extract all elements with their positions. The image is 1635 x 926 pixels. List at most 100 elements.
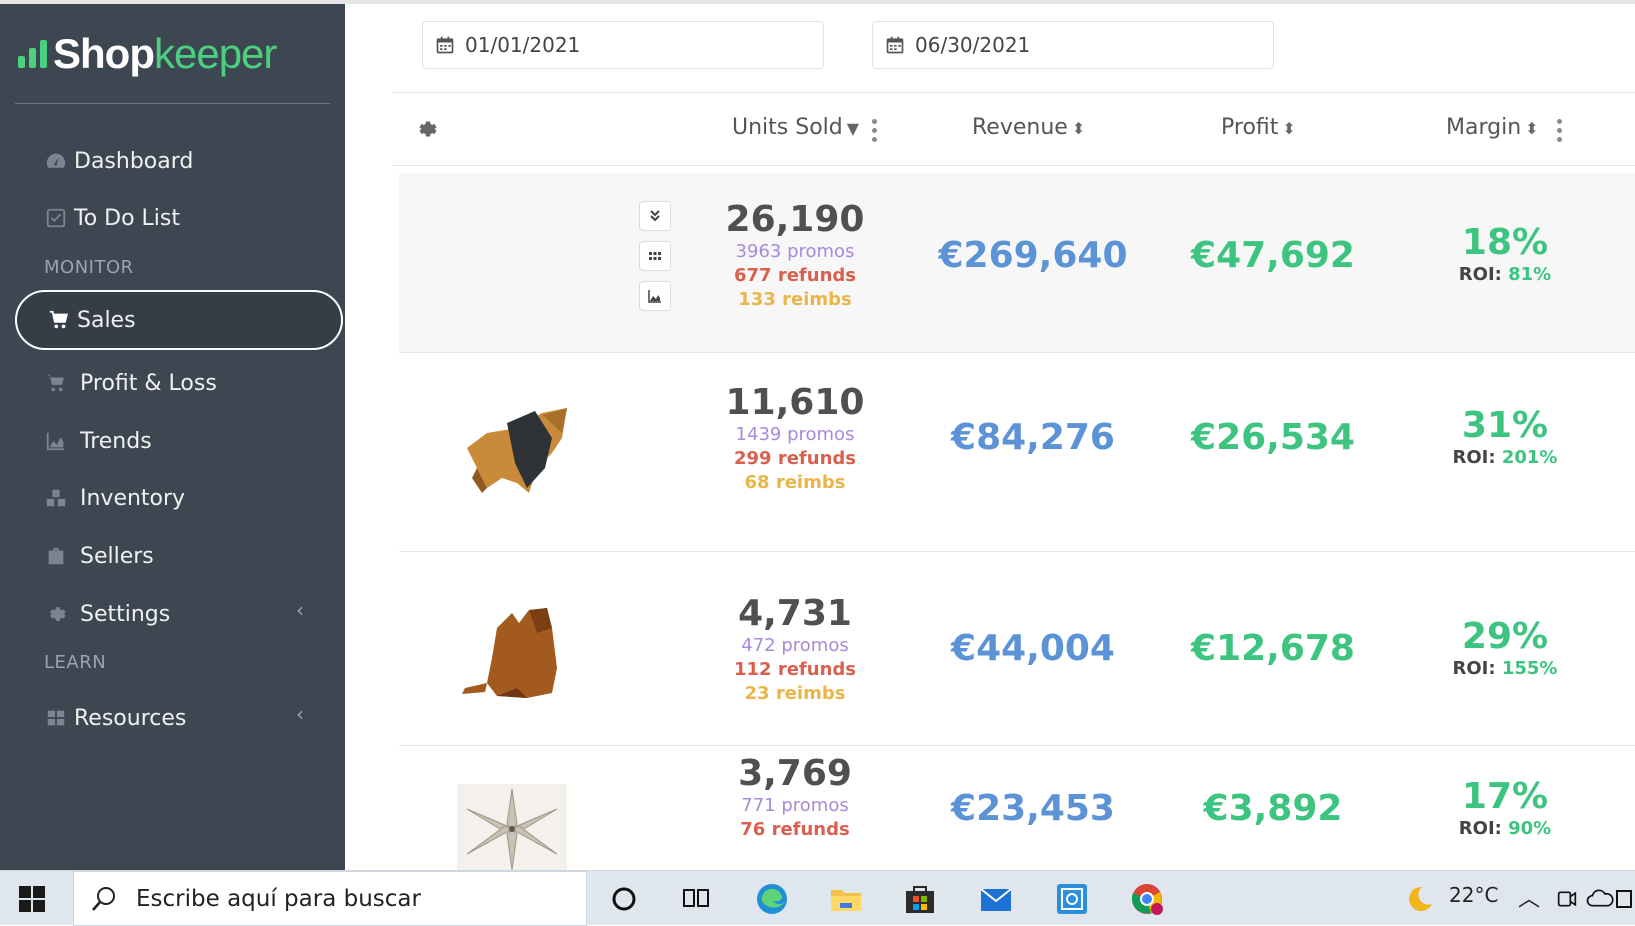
column-units-label: Units Sold <box>732 115 843 140</box>
mail-icon[interactable] <box>977 880 1015 918</box>
revenue-value: €44,004 <box>951 628 1115 669</box>
cart-icon <box>47 308 71 332</box>
units-sold-value: 26,190 <box>725 199 865 240</box>
roi-value: 155% <box>1501 658 1558 679</box>
roi-label: ROI: <box>1452 658 1496 679</box>
column-header-margin[interactable]: Margin ⬍ <box>1446 115 1539 140</box>
onedrive-cloud-icon[interactable] <box>1585 880 1615 918</box>
sidebar-item-label: Inventory <box>80 485 186 511</box>
column-header-profit[interactable]: Profit ⬍ <box>1221 115 1296 140</box>
promos-count: 771 promos <box>741 795 849 816</box>
sidebar-item-dashboard[interactable]: Dashboard <box>44 141 193 181</box>
revenue-value: €23,453 <box>951 788 1115 829</box>
search-icon <box>92 886 115 911</box>
sidebar-item-label: Profit & Loss <box>80 370 217 396</box>
chevron-left-icon[interactable]: ‹ <box>296 598 304 622</box>
refunds-count: 112 refunds <box>734 659 856 680</box>
cart-icon <box>44 371 68 395</box>
table-row[interactable]: 11,610 1439 promos 299 refunds 68 reimbs… <box>399 353 1635 552</box>
units-cell: 26,190 3963 promos 677 refunds 133 reimb… <box>680 200 910 312</box>
roi-label: ROI: <box>1458 264 1502 285</box>
dashboard-icon <box>44 149 68 173</box>
refunds-count: 299 refunds <box>734 448 856 469</box>
end-date-input[interactable]: 06/30/2021 <box>872 21 1274 69</box>
sidebar-item-label: Trends <box>80 428 152 454</box>
margin-value: 31% <box>1461 405 1549 446</box>
app-logo[interactable]: Shopkeeper <box>18 30 277 78</box>
row-tools <box>639 201 673 321</box>
table-header: Units Sold ▼ Revenue ⬍ Profit ⬍ Margin ⬍ <box>392 93 1635 165</box>
sidebar-item-trends[interactable]: Trends <box>44 421 152 461</box>
edge-browser-icon[interactable] <box>753 880 791 918</box>
sidebar-item-label: Dashboard <box>74 148 194 174</box>
profit-value: €26,534 <box>1191 417 1355 458</box>
reimbs-count: 23 reimbs <box>744 683 846 704</box>
table-row-summary: 26,190 3963 promos 677 refunds 133 reimb… <box>399 173 1635 353</box>
app-icon-blue[interactable] <box>1053 880 1091 918</box>
margin-cell: 18% ROI: 81% <box>1381 223 1629 287</box>
expand-button[interactable] <box>639 201 671 231</box>
sidebar-item-label: Resources <box>74 705 187 731</box>
checkbox-icon <box>44 206 68 230</box>
units-cell: 11,610 1439 promos 299 refunds 68 reimbs <box>680 383 910 495</box>
table-row[interactable]: 3,769 771 promos 76 refunds €23,453 €3,8… <box>399 746 1635 870</box>
gear-icon[interactable] <box>414 117 438 141</box>
sidebar-item-inventory[interactable]: Inventory <box>44 478 185 518</box>
roi-label: ROI: <box>1452 447 1496 468</box>
sidebar-item-sales[interactable]: Sales <box>15 290 343 350</box>
logo-text-keeper: keeper <box>153 30 277 77</box>
grid-view-button[interactable] <box>639 241 671 271</box>
column-header-units[interactable]: Units Sold ▼ <box>732 115 859 140</box>
sort-desc-icon: ▼ <box>846 119 860 138</box>
reimbs-count: 68 reimbs <box>744 472 846 493</box>
weather-moon-icon[interactable] <box>1399 880 1437 918</box>
product-thumbnail-cat-origami[interactable] <box>457 588 577 708</box>
product-thumbnail-star-origami[interactable] <box>457 784 567 870</box>
sidebar-divider <box>15 103 330 104</box>
windows-start-icon[interactable] <box>18 885 46 913</box>
column-menu-icon[interactable] <box>1557 119 1562 146</box>
microsoft-store-icon[interactable] <box>901 880 939 918</box>
column-header-revenue[interactable]: Revenue ⬍ <box>972 115 1085 140</box>
gear-icon <box>44 602 68 626</box>
promos-count: 3963 promos <box>735 241 855 262</box>
chart-button[interactable] <box>639 281 671 311</box>
start-date-input[interactable]: 01/01/2021 <box>422 21 824 69</box>
sidebar-item-label: Sales <box>77 307 136 333</box>
promos-count: 472 promos <box>741 635 849 656</box>
meet-now-icon[interactable] <box>1552 880 1582 918</box>
table-row[interactable]: 4,731 472 promos 112 refunds 23 reimbs €… <box>399 552 1635 746</box>
profit-value: €47,692 <box>1191 235 1355 276</box>
sidebar-item-todo[interactable]: To Do List <box>44 198 180 238</box>
sidebar-item-resources[interactable]: Resources <box>44 698 186 738</box>
chevron-left-icon[interactable]: ‹ <box>296 702 304 726</box>
roi-line: ROI: 81% <box>1381 263 1629 287</box>
sidebar-item-profit-loss[interactable]: Profit & Loss <box>44 363 217 403</box>
margin-value: 18% <box>1461 222 1549 263</box>
roi-line: ROI: 90% <box>1381 817 1629 841</box>
logo-text-shop: Shop <box>53 30 155 77</box>
end-date-value: 06/30/2021 <box>915 33 1031 57</box>
promos-count: 1439 promos <box>735 424 855 445</box>
sidebar-item-settings[interactable]: Settings <box>44 594 170 634</box>
margin-cell: 17% ROI: 90% <box>1381 777 1629 841</box>
product-thumbnail-lion-origami[interactable] <box>457 393 577 513</box>
logo-bars-icon <box>18 40 47 68</box>
units-sold-value: 3,769 <box>738 753 852 794</box>
double-chevron-down-icon <box>650 210 660 222</box>
chevron-up-icon[interactable]: ︿ <box>1518 881 1540 913</box>
area-chart-icon <box>44 429 68 453</box>
action-center-icon[interactable] <box>1615 880 1635 918</box>
sidebar-item-label: To Do List <box>74 205 181 231</box>
units-cell: 3,769 771 promos 76 refunds <box>680 754 910 842</box>
margin-cell: 29% ROI: 155% <box>1381 617 1629 681</box>
chrome-browser-icon[interactable] <box>1128 880 1166 918</box>
cortana-icon[interactable] <box>605 880 643 918</box>
sort-icon: ⬍ <box>1071 119 1086 138</box>
file-explorer-icon[interactable] <box>827 880 865 918</box>
sidebar-item-sellers[interactable]: Sellers <box>44 536 154 576</box>
column-menu-icon[interactable] <box>872 119 877 146</box>
taskbar-search-input[interactable]: Escribe aquí para buscar <box>73 871 587 926</box>
task-view-icon[interactable] <box>677 880 715 918</box>
sidebar: Shopkeeper Dashboard To Do List MONITOR … <box>0 4 345 870</box>
